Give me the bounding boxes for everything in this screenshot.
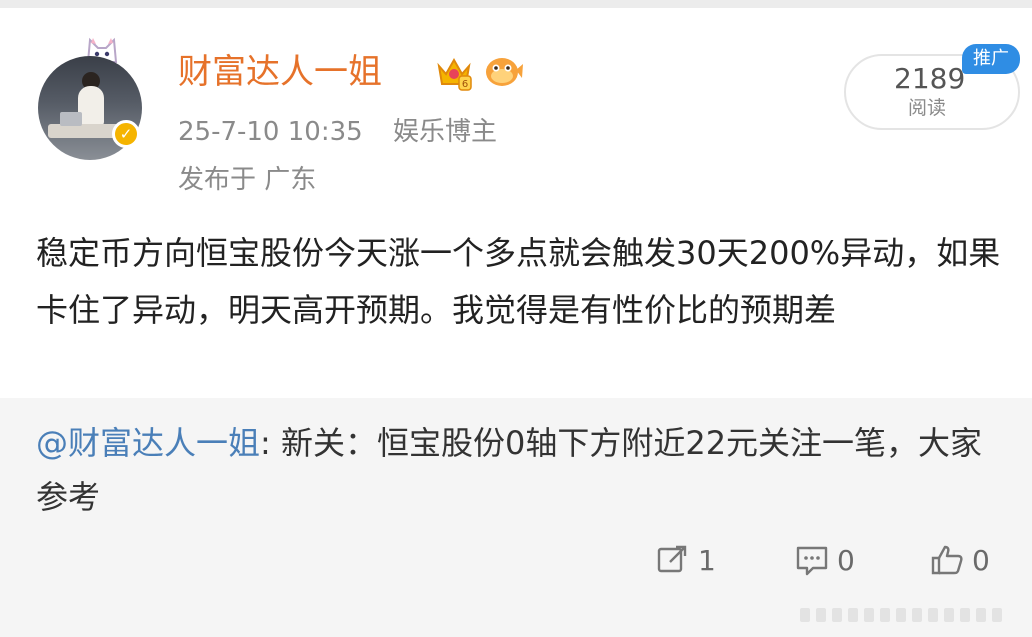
share-icon [657, 545, 687, 573]
like-icon [931, 545, 963, 575]
post-body-text: 稳定币方向恒宝股份今天涨一个多点就会触发30天200%异动，如果卡住了异动，明天… [36, 234, 1001, 329]
post-timestamp: 25-7-10 10:35 [178, 117, 363, 147]
read-label: 阅读 [908, 97, 947, 119]
crown-level-icon: 6 [437, 57, 472, 91]
top-divider [0, 0, 1032, 8]
author-name[interactable]: 财富达人一姐 [178, 50, 382, 94]
comment-button[interactable]: 0 [795, 540, 855, 580]
verified-badge-icon: ✓ [112, 120, 140, 148]
promo-badge[interactable]: 推广 [962, 44, 1020, 74]
avatar-laptop [60, 112, 82, 126]
author-avatar-group[interactable]: ✓ [36, 34, 158, 160]
read-count: 2189 [894, 62, 966, 95]
like-button[interactable]: 0 [930, 540, 990, 580]
author-role: 娱乐博主 [392, 117, 497, 147]
repost-text: @财富达人一姐: 新关：恒宝股份0轴下方附近22元关注一笔，大家参考 [36, 416, 1008, 524]
svg-text:6: 6 [462, 79, 468, 90]
like-count: 0 [972, 543, 990, 577]
watermark-dots [800, 608, 1002, 622]
repost-card[interactable]: @财富达人一姐: 新关：恒宝股份0轴下方附近22元关注一笔，大家参考 1 0 0 [0, 398, 1032, 637]
post-meta: 25-7-10 10:35 娱乐博主 [178, 114, 497, 150]
share-button[interactable]: 1 [656, 540, 716, 580]
fish-icon [486, 58, 523, 86]
share-count: 1 [698, 543, 716, 577]
post-location: 发布于 广东 [178, 165, 317, 195]
comment-icon [796, 546, 828, 576]
comment-count: 0 [837, 543, 855, 577]
repost-mention-link[interactable]: @财富达人一姐 [36, 424, 260, 462]
